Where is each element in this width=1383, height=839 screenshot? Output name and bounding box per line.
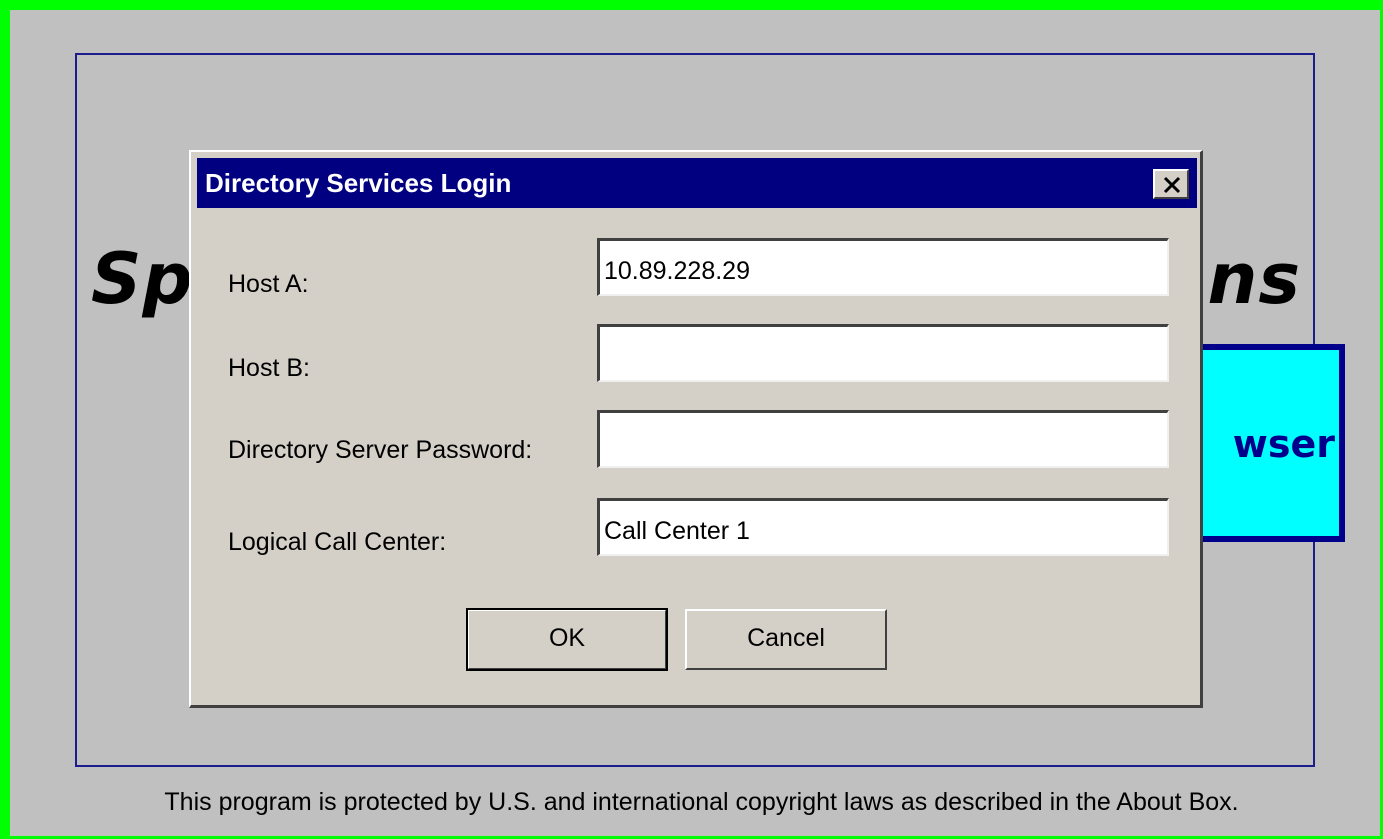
dialog-titlebar[interactable]: Directory Services Login [197, 158, 1197, 208]
password-input[interactable] [597, 410, 1169, 468]
dialog-title: Directory Services Login [205, 168, 512, 198]
host-b-input[interactable] [597, 324, 1169, 382]
close-icon [1163, 176, 1181, 194]
directory-services-login-dialog: Directory Services Login Host A: Host B:… [189, 150, 1203, 708]
browser-button-label: wser [1232, 422, 1335, 466]
host-a-label: Host A: [228, 270, 309, 298]
password-label: Directory Server Password: [228, 436, 533, 464]
call-center-input[interactable] [597, 498, 1169, 556]
ok-button[interactable]: OK [466, 608, 668, 671]
host-b-label: Host B: [228, 354, 310, 382]
splash-title-right: ns [1207, 238, 1301, 320]
splash-title-left: Sp [91, 238, 194, 320]
copyright-notice: This program is protected by U.S. and in… [164, 788, 1239, 816]
host-a-input[interactable] [597, 238, 1169, 296]
cancel-button[interactable]: Cancel [685, 609, 887, 670]
browser-button[interactable]: wser [1197, 344, 1345, 542]
close-button[interactable] [1153, 169, 1189, 199]
call-center-label: Logical Call Center: [228, 528, 447, 556]
